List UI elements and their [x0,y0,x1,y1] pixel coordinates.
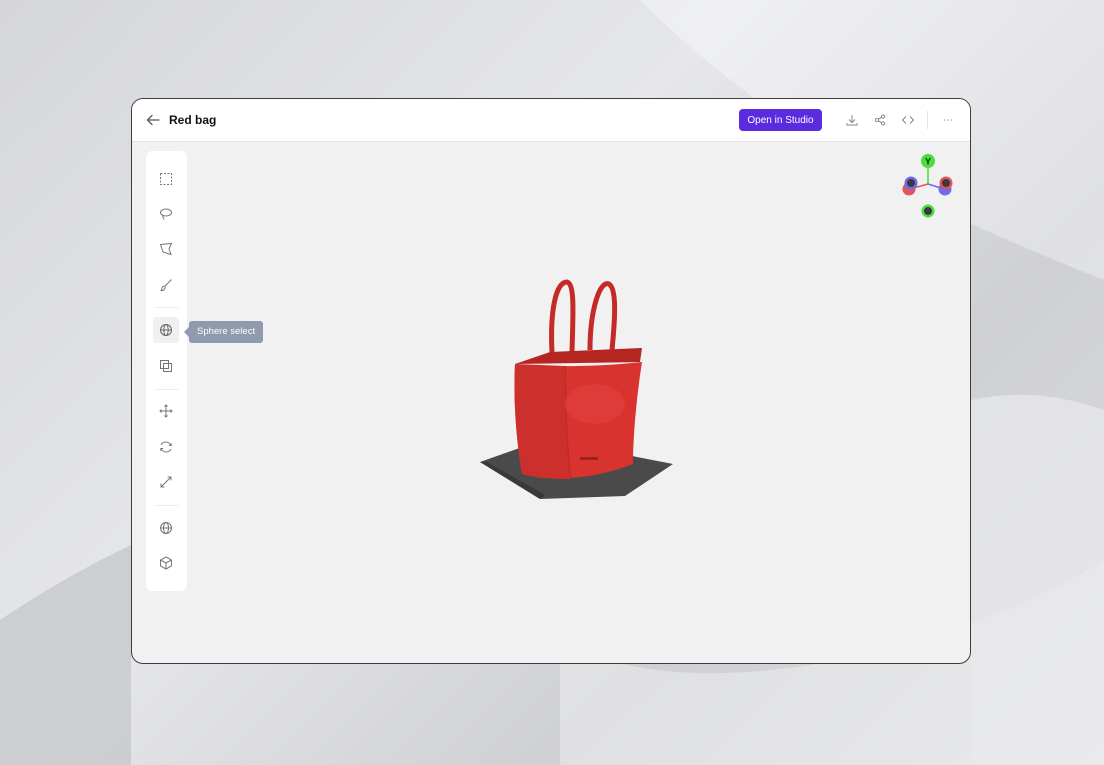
axis-y-label: Y [925,157,931,167]
box-3d-select-icon [160,360,172,372]
page-title: Red bag [169,113,217,127]
local-space-tool[interactable] [153,550,179,576]
globe-icon [160,522,172,534]
box-select-icon [160,173,172,185]
download-icon[interactable] [844,112,860,128]
toolbar-divider [927,111,928,129]
tool-divider [154,389,179,390]
share-icon[interactable] [872,112,888,128]
brush-select-tool[interactable] [153,272,179,298]
lasso-select-tool[interactable] [153,201,179,227]
sphere-select-tool[interactable] [153,317,179,343]
app-window: Red bag Open in Studio Sphere select Y [131,98,971,664]
top-bar: Red bag Open in Studio [132,99,970,142]
red-bag-model[interactable] [475,274,675,509]
brush-select-icon [160,279,172,292]
world-space-tool[interactable] [153,515,179,541]
sphere-select-icon [160,324,172,336]
back-arrow-icon[interactable] [144,111,162,129]
scale-icon [160,476,172,488]
more-options-icon[interactable] [940,112,956,128]
tool-divider [154,307,179,308]
lasso-select-icon [160,208,172,220]
embed-code-icon[interactable] [900,112,916,128]
move-icon [159,404,173,418]
tool-palette [146,151,187,591]
polygon-select-icon [159,242,173,256]
box-3d-select-tool[interactable] [153,353,179,379]
move-tool[interactable] [153,398,179,424]
tool-divider [154,505,179,506]
open-in-studio-button[interactable]: Open in Studio [739,109,822,131]
rotate-icon [160,441,172,453]
rotate-tool[interactable] [153,434,179,460]
box-select-tool[interactable] [153,166,179,192]
scale-tool[interactable] [153,469,179,495]
tool-tooltip: Sphere select [183,321,264,343]
polygon-select-tool[interactable] [153,236,179,262]
cube-icon [160,556,172,570]
axis-gizmo[interactable]: Y [898,149,958,219]
